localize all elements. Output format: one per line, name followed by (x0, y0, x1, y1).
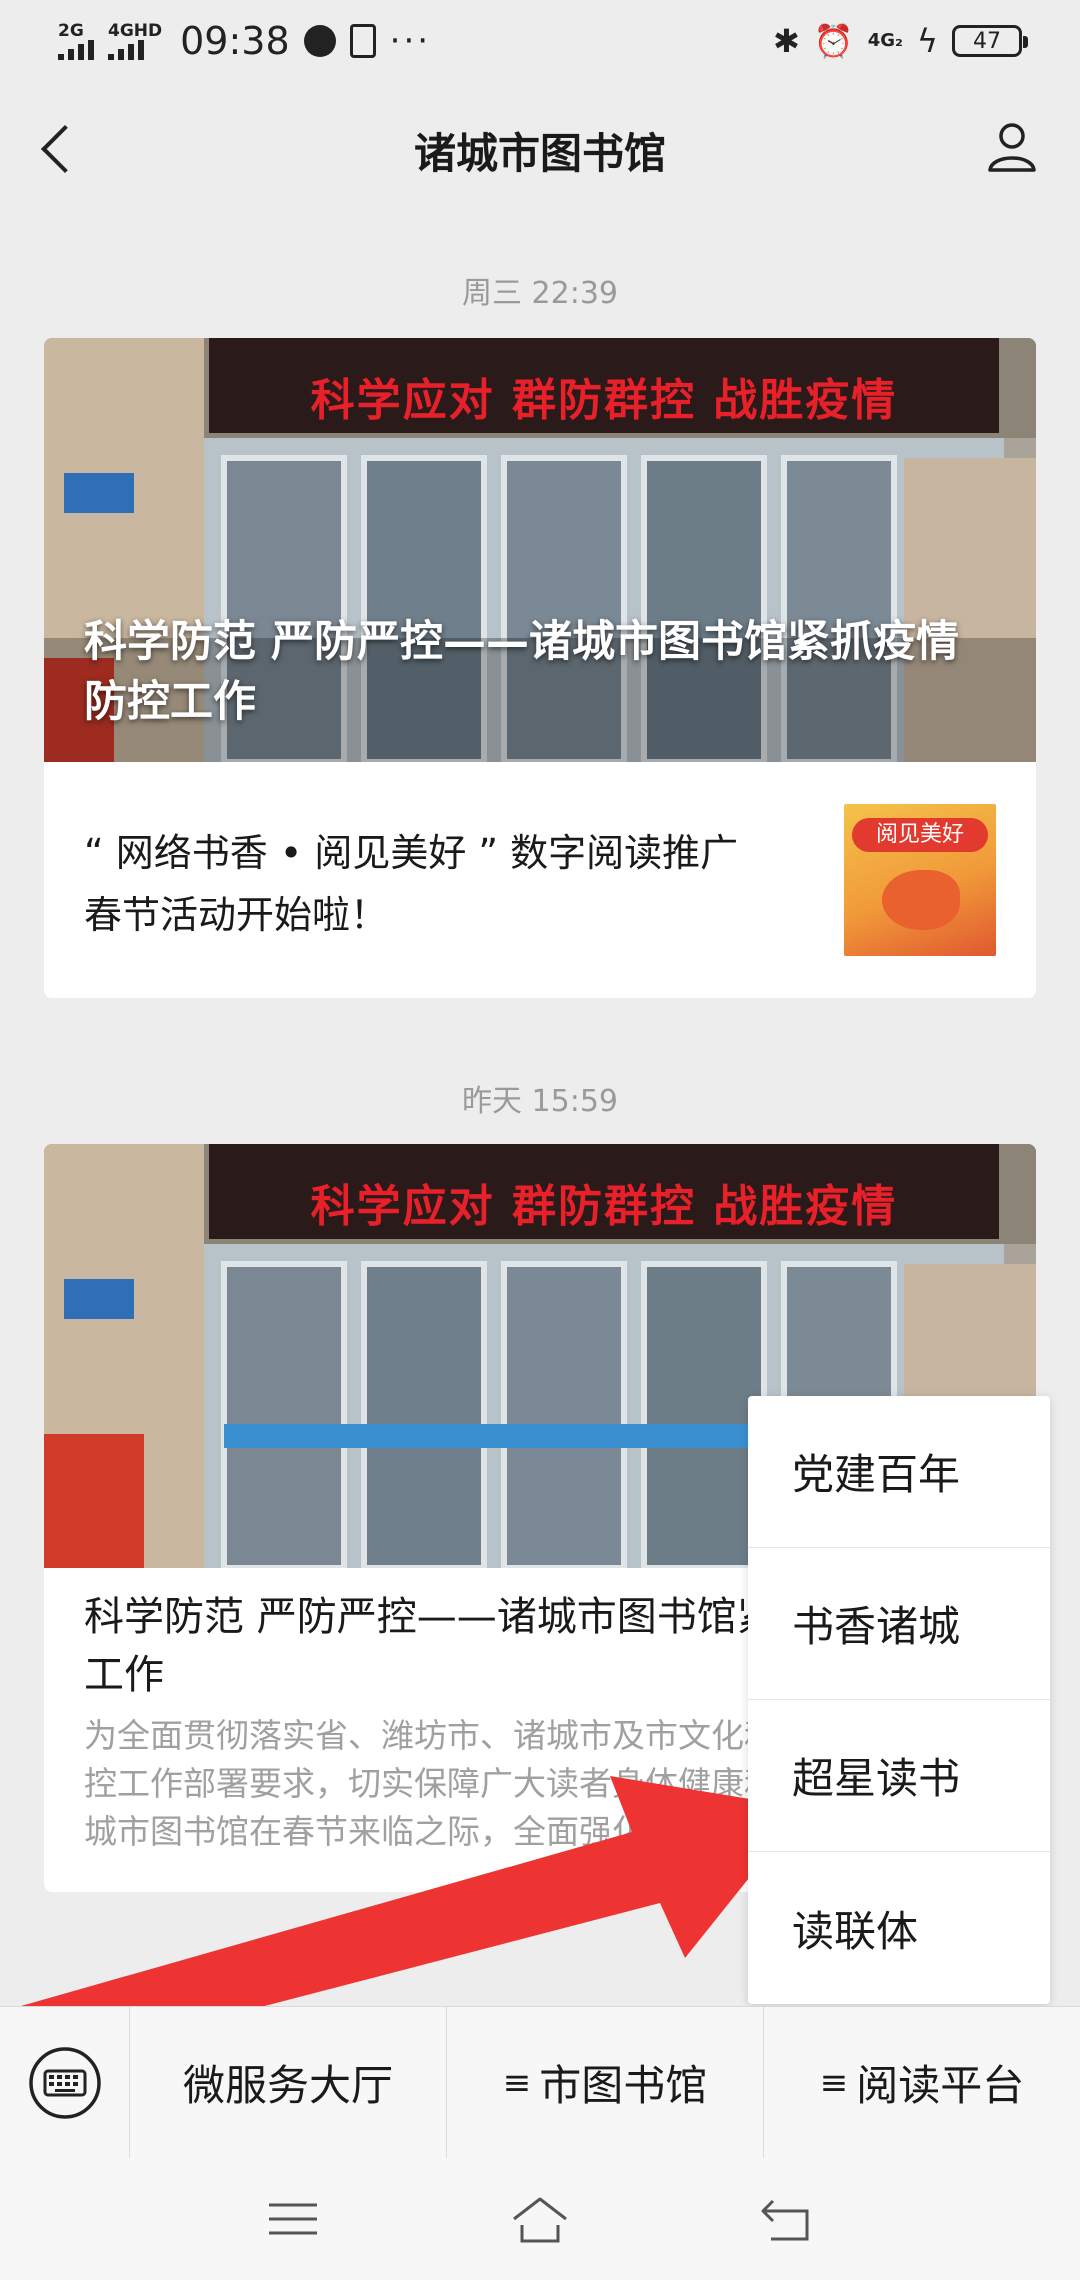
submenu-item-dulianti[interactable]: 读联体 (748, 1852, 1050, 2004)
sub-article-title: “ 网络书香 • 阅见美好 ” 数字阅读推广春节活动开始啦！ (84, 831, 739, 937)
keyboard-icon (28, 2046, 101, 2119)
thumbnail-text: 阅见美好 (852, 818, 988, 852)
article-card[interactable]: 科学应对 群防群控 战胜疫情 科学防范 严防严控——诸城市图书馆紧抓疫情防控工作… (44, 338, 1036, 998)
person-icon (988, 123, 1036, 172)
menu-label: 阅读平台 (856, 2061, 1025, 2110)
message-time: 昨天 15:59 (462, 1084, 618, 1119)
signal-2g-icon: 2G (58, 20, 94, 60)
submenu-list-icon: ≡ (819, 2062, 849, 2103)
battery-icon: 47 (952, 25, 1028, 57)
network-4g-icon: 4G₂ (867, 30, 903, 51)
sub-article-item[interactable]: “ 网络书香 • 阅见美好 ” 数字阅读推广春节活动开始啦！ 阅见美好 (44, 762, 1036, 998)
keyboard-toggle-button[interactable] (0, 2006, 130, 2159)
title-bar: 诸城市图书馆 (0, 82, 1080, 216)
message-time: 周三 22:39 (462, 276, 618, 311)
submenu-item-chaoxing-reading[interactable]: 超星读书 (748, 1700, 1050, 1852)
page-title: 诸城市图书馆 (413, 129, 666, 178)
menu-label: 市图书馆 (539, 2061, 708, 2110)
signal-4g-icon: 4GHD (108, 20, 163, 60)
sub-article-thumbnail: 阅见美好 (844, 804, 996, 956)
signal-2g-label: 2G (58, 20, 84, 41)
menu-lines-icon (269, 2203, 318, 2235)
menu-city-library[interactable]: ≡ 市图书馆 (447, 2006, 764, 2159)
back-nav-button[interactable] (752, 2189, 822, 2249)
article-cover-image[interactable]: 科学应对 群防群控 战胜疫情 科学防范 严防严控——诸城市图书馆紧抓疫情防控工作 (44, 338, 1036, 762)
system-nav-bar (0, 2158, 1080, 2280)
status-bar: 2G 4GHD 09:38 ··· ✱ ⏰ 4G₂ ϟ 47 (0, 0, 1080, 82)
account-menu-bar: 微服务大厅 ≡ 市图书馆 ≡ 阅读平台 (0, 2006, 1080, 2159)
fish-mascot-icon (882, 870, 960, 930)
home-button[interactable] (505, 2189, 575, 2249)
notification-icon (303, 25, 336, 57)
battery-level: 47 (973, 28, 1001, 54)
profile-button[interactable] (984, 118, 1040, 174)
submenu-item-party-building[interactable]: 党建百年 (748, 1396, 1050, 1548)
cover-banner-text: 科学应对 群防群控 战胜疫情 (310, 1181, 898, 1232)
sim-card-icon (349, 24, 376, 58)
charging-icon: ϟ (916, 22, 938, 60)
status-left: 2G 4GHD 09:38 ··· (58, 19, 431, 63)
alarm-icon: ⏰ (813, 22, 854, 60)
submenu-list-icon: ≡ (502, 2062, 532, 2103)
menu-reading-platform[interactable]: ≡ 阅读平台 (764, 2007, 1080, 2159)
status-right: ✱ ⏰ 4G₂ ϟ 47 (773, 22, 1028, 60)
return-icon (761, 2199, 809, 2241)
submenu-popup: 党建百年 书香诸城 超星读书 读联体 (748, 1396, 1050, 2004)
cover-banner-text: 科学应对 群防群控 战胜疫情 (310, 375, 898, 426)
home-icon (513, 2197, 567, 2243)
menu-micro-service-hall[interactable]: 微服务大厅 (130, 2006, 447, 2159)
bluetooth-icon: ✱ (773, 22, 800, 60)
signal-4g-label: 4GHD (108, 20, 163, 41)
submenu-item-shuxiang-zhucheng[interactable]: 书香诸城 (748, 1548, 1050, 1700)
article-cover-title: 科学防范 严防严控——诸城市图书馆紧抓疫情防控工作 (84, 617, 959, 727)
status-more-icon: ··· (389, 21, 432, 61)
recent-apps-button[interactable] (258, 2189, 328, 2249)
menu-label: 微服务大厅 (182, 2061, 393, 2110)
status-time: 09:38 (180, 19, 290, 63)
